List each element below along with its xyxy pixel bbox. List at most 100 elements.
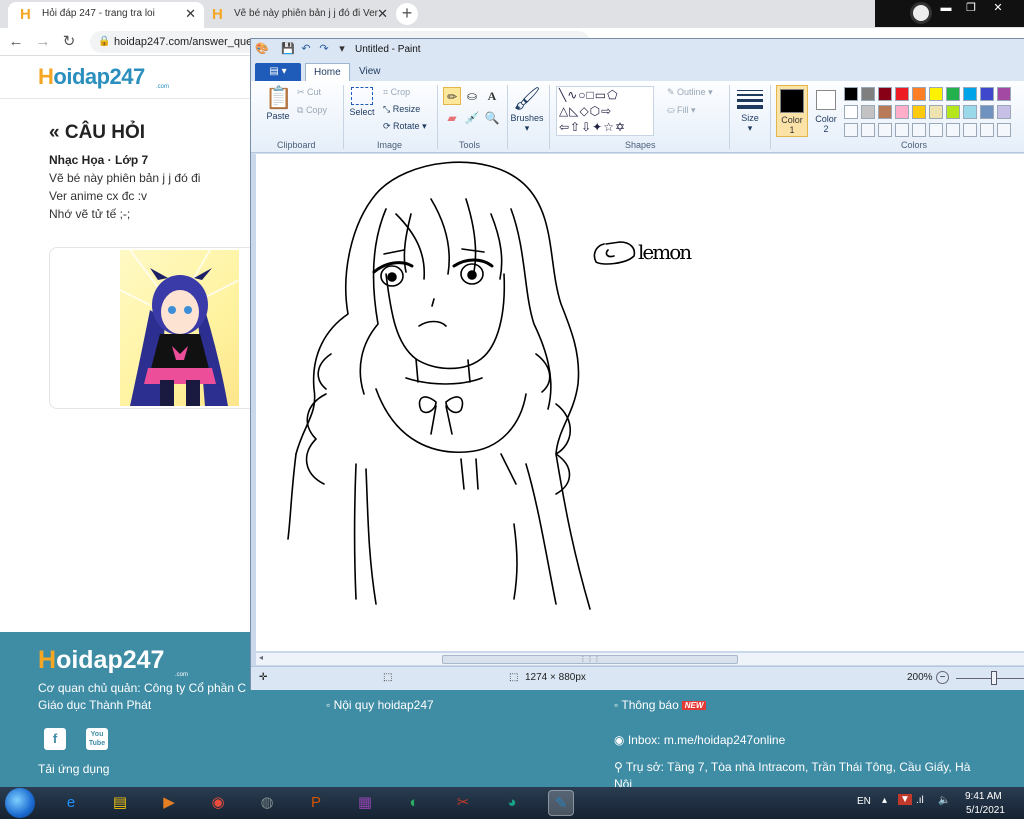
taskbar-app-icon[interactable]: e	[58, 790, 84, 816]
show-hidden-icons[interactable]: ▴	[882, 795, 887, 806]
palette-swatch[interactable]	[844, 105, 858, 119]
rotate-button[interactable]: ⟳ Rotate ▾	[383, 121, 427, 132]
rules-link[interactable]: ◦ Nội quy hoidap247	[326, 698, 434, 712]
maximize-button[interactable]: ❐	[960, 0, 982, 18]
question-image[interactable]	[120, 250, 239, 406]
custom-color-slot[interactable]	[895, 123, 909, 137]
custom-color-slot[interactable]	[861, 123, 875, 137]
palette-swatch[interactable]	[844, 87, 858, 101]
taskbar-app-icon[interactable]: ▶	[156, 790, 182, 816]
palette-swatch[interactable]	[895, 87, 909, 101]
palette-swatch[interactable]	[997, 105, 1011, 119]
palette-swatch[interactable]	[878, 105, 892, 119]
palette-swatch[interactable]	[895, 105, 909, 119]
clock-time[interactable]: 9:41 AM	[965, 791, 1002, 802]
palette-swatch[interactable]	[861, 105, 875, 119]
undo-icon[interactable]: ↶	[299, 42, 313, 56]
palette-swatch[interactable]	[929, 105, 943, 119]
zoom-out-button[interactable]: −	[936, 671, 949, 684]
new-tab-button[interactable]: +	[396, 3, 418, 25]
network-icon[interactable]: .ıl	[916, 795, 924, 806]
question-subject[interactable]: Nhạc Họa · Lớp 7	[49, 153, 148, 167]
palette-swatch[interactable]	[912, 87, 926, 101]
shapes-gallery[interactable]: ╲∿○□▭⬠ △◺◇⬡⇨ ⇦⇧⇩✦☆✡	[556, 86, 654, 136]
palette-swatch[interactable]	[912, 105, 926, 119]
magnifier-icon[interactable]: 🔍	[483, 109, 501, 127]
taskbar-app-icon[interactable]: ✂	[450, 790, 476, 816]
close-icon[interactable]: ✕	[377, 2, 388, 26]
tab-home[interactable]: Home	[305, 63, 350, 81]
close-window-button[interactable]: ✕	[987, 0, 1009, 18]
tab-view[interactable]: View	[351, 63, 389, 81]
profile-icon[interactable]	[910, 2, 932, 24]
minimize-button[interactable]: ▬	[935, 0, 957, 18]
tab-hoidap247[interactable]: H Hỏi đáp 247 - trang tra loi ✕	[8, 2, 204, 28]
language-indicator[interactable]: EN	[857, 796, 871, 807]
palette-swatch[interactable]	[946, 87, 960, 101]
clock-date[interactable]: 5/1/2021	[966, 805, 1005, 816]
crop-button[interactable]: ⌗ Crop	[383, 87, 410, 98]
custom-color-slot[interactable]	[912, 123, 926, 137]
taskbar-app-icon[interactable]: ▤	[107, 790, 133, 816]
palette-swatch[interactable]	[980, 105, 994, 119]
paint-app-icon[interactable]: 🎨	[255, 42, 269, 56]
custom-color-slot[interactable]	[844, 123, 858, 137]
save-icon[interactable]: 💾	[281, 42, 295, 56]
outline-button[interactable]: ✎ Outline ▾	[667, 87, 713, 98]
youtube-icon[interactable]: You Tube	[86, 728, 108, 750]
volume-icon[interactable]: 🔈	[938, 795, 950, 806]
text-tool-icon[interactable]: A	[483, 87, 501, 105]
paste-button[interactable]: 📋 Paste	[265, 85, 292, 121]
palette-swatch[interactable]	[980, 87, 994, 101]
drawing-canvas[interactable]: lemon	[256, 154, 1024, 651]
zoom-slider-thumb[interactable]	[991, 671, 997, 685]
color1-button[interactable]: Color 1	[776, 85, 808, 137]
taskbar-app-icon[interactable]: ✎	[548, 790, 574, 816]
close-icon[interactable]: ✕	[185, 2, 196, 26]
tab-question[interactable]: H Vẽ bé này phiên bản j j đó đi Ver ✕	[200, 2, 396, 28]
site-logo[interactable]: Hoidap247	[38, 64, 145, 90]
palette-swatch[interactable]	[946, 105, 960, 119]
customize-toolbar-icon[interactable]: ▾	[335, 42, 349, 56]
footer-logo[interactable]: Hoidap247	[38, 646, 164, 675]
start-button[interactable]	[5, 788, 35, 818]
fill-bucket-icon[interactable]: ⛀	[463, 87, 481, 105]
eraser-icon[interactable]: ▰	[443, 109, 461, 127]
custom-color-slot[interactable]	[963, 123, 977, 137]
file-menu-button[interactable]: ▤ ▾	[255, 63, 301, 81]
brushes-button[interactable]: 🖌 Brushes ▾	[509, 85, 545, 134]
custom-color-slot[interactable]	[878, 123, 892, 137]
resize-button[interactable]: ⤡ Resize	[383, 104, 420, 115]
palette-swatch[interactable]	[997, 87, 1011, 101]
palette-swatch[interactable]	[929, 87, 943, 101]
taskbar-app-icon[interactable]: ▦	[352, 790, 378, 816]
cut-button[interactable]: ✂ Cut	[297, 87, 321, 98]
palette-swatch[interactable]	[878, 87, 892, 101]
palette-swatch[interactable]	[861, 87, 875, 101]
palette-swatch[interactable]	[963, 87, 977, 101]
taskbar-app-icon[interactable]: ◉	[205, 790, 231, 816]
fill-button[interactable]: ⛀ Fill ▾	[667, 105, 696, 116]
size-button[interactable]: Size ▾	[735, 85, 765, 134]
taskbar-app-icon[interactable]: ◍	[254, 790, 280, 816]
inbox-link[interactable]: ◉ Inbox: m.me/hoidap247online	[614, 733, 785, 747]
antivirus-icon[interactable]: ▼	[898, 794, 912, 805]
forward-icon[interactable]: →	[33, 32, 53, 52]
facebook-icon[interactable]: f	[44, 728, 66, 750]
custom-color-slot[interactable]	[946, 123, 960, 137]
color2-button[interactable]: Color 2	[812, 85, 840, 134]
palette-swatch[interactable]	[963, 105, 977, 119]
taskbar-app-icon[interactable]: P	[303, 790, 329, 816]
back-icon[interactable]: ←	[6, 32, 26, 52]
custom-color-slot[interactable]	[997, 123, 1011, 137]
taskbar-app-icon[interactable]: ◕	[499, 790, 525, 816]
custom-color-slot[interactable]	[980, 123, 994, 137]
custom-color-slot[interactable]	[929, 123, 943, 137]
scroll-left-icon[interactable]: ◂	[259, 653, 263, 662]
taskbar-app-icon[interactable]: ◐	[401, 790, 427, 816]
redo-icon[interactable]: ↷	[317, 42, 331, 56]
pencil-icon[interactable]: ✏	[443, 87, 461, 105]
reload-icon[interactable]: ↻	[59, 32, 79, 52]
zoom-slider[interactable]	[956, 678, 1024, 679]
notifications-link[interactable]: ◦ Thông báo NEW	[614, 698, 707, 712]
